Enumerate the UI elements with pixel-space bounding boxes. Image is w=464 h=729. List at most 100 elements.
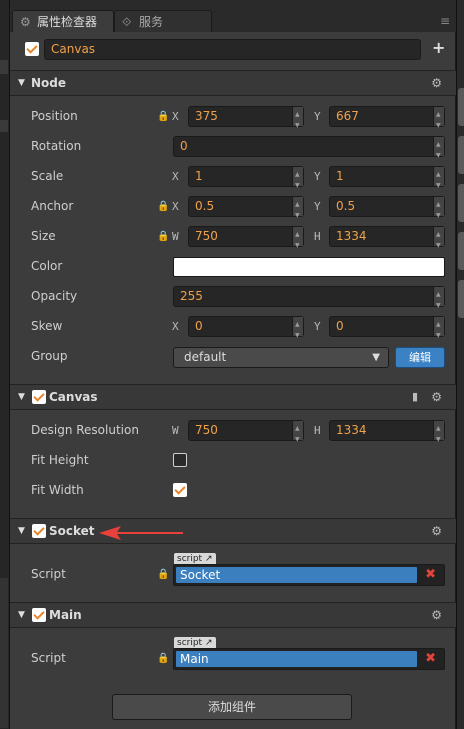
stepper[interactable]	[433, 105, 444, 135]
dock-tab[interactable]	[458, 232, 464, 270]
dock-tab[interactable]	[458, 136, 464, 174]
add-icon[interactable]: +	[432, 38, 445, 57]
skew-label: Skew	[31, 319, 63, 333]
section-header-node[interactable]: ▼ Node ⚙	[10, 70, 456, 96]
axis-label: Y	[314, 110, 321, 123]
stepper[interactable]	[433, 165, 444, 195]
collapse-arrow-icon[interactable]: ▼	[18, 610, 25, 620]
node-name-input[interactable]: Canvas	[44, 39, 421, 60]
script-tag-label: script	[177, 554, 203, 564]
scale-x-field[interactable]: 1	[188, 165, 304, 195]
stepper[interactable]	[292, 225, 303, 255]
add-component-button[interactable]: 添加组件	[112, 694, 352, 720]
socket-enabled-checkbox[interactable]	[32, 524, 46, 538]
dock-tab[interactable]	[458, 184, 464, 222]
gear-icon: ⚙	[20, 15, 31, 29]
gear-icon[interactable]: ⚙	[431, 390, 442, 404]
fit-width-checkbox[interactable]	[173, 483, 187, 497]
field-value: 0	[195, 319, 203, 333]
collapse-arrow-icon[interactable]: ▼	[18, 526, 25, 536]
collapse-arrow-icon[interactable]: ▼	[18, 392, 25, 402]
section-title: Socket	[49, 524, 95, 538]
size-label: Size	[31, 229, 56, 243]
field-value: 0.5	[195, 199, 215, 213]
opacity-field[interactable]: 255	[173, 285, 445, 315]
script-tag-label: script	[177, 638, 203, 648]
lock-icon[interactable]: 🔒	[157, 111, 169, 122]
dock-tab[interactable]	[458, 280, 464, 318]
size-w-field[interactable]: 750	[188, 225, 304, 255]
tab-inspector[interactable]: ⚙ 属性检查器	[12, 10, 114, 32]
left-edge-marker	[0, 120, 8, 132]
field-value: 1334	[336, 229, 367, 243]
fit-height-label: Fit Height	[31, 453, 89, 467]
section-header-socket[interactable]: ▼ Socket ⚙	[10, 518, 456, 544]
stepper[interactable]	[292, 195, 303, 225]
gear-icon[interactable]: ⚙	[431, 608, 442, 622]
section-header-main[interactable]: ▼ Main ⚙	[10, 602, 456, 628]
anchor-x-field[interactable]: 0.5	[188, 195, 304, 225]
socket-script-field[interactable]: Socket ✖	[173, 564, 445, 586]
group-label: Group	[31, 349, 68, 363]
design-height-field[interactable]: 1334	[329, 419, 445, 449]
left-edge-marker	[0, 60, 8, 74]
remove-icon[interactable]: ✖	[425, 567, 436, 582]
color-swatch[interactable]	[173, 257, 445, 277]
edit-group-button[interactable]: 编辑	[395, 347, 445, 368]
tab-label: 属性检查器	[37, 15, 98, 29]
lock-icon[interactable]: 🔒	[157, 201, 169, 212]
stepper[interactable]	[433, 135, 444, 165]
stepper[interactable]	[292, 315, 303, 345]
axis-label: X	[172, 320, 179, 333]
field-value: 750	[195, 423, 218, 437]
group-select[interactable]: default ▼	[173, 347, 389, 368]
axis-label: Y	[314, 200, 321, 213]
collapse-arrow-icon[interactable]: ▼	[18, 78, 25, 88]
help-book-icon[interactable]: ▮	[412, 390, 418, 403]
field-value: 0	[336, 319, 344, 333]
left-edge-block	[0, 578, 8, 728]
stepper[interactable]	[292, 105, 303, 135]
node-active-checkbox[interactable]	[25, 42, 39, 56]
size-h-field[interactable]: 1334	[329, 225, 445, 255]
stepper[interactable]	[433, 315, 444, 345]
axis-label: H	[314, 424, 321, 437]
axis-label: X	[172, 170, 179, 183]
main-script-field[interactable]: Main ✖	[173, 648, 445, 670]
skew-y-field[interactable]: 0	[329, 315, 445, 345]
canvas-enabled-checkbox[interactable]	[32, 390, 46, 404]
lock-icon[interactable]: 🔒	[157, 569, 169, 580]
stepper[interactable]	[433, 195, 444, 225]
gear-icon[interactable]: ⚙	[431, 76, 442, 90]
anchor-y-field[interactable]: 0.5	[329, 195, 445, 225]
tab-label: 服务	[139, 15, 164, 29]
field-value: 1	[195, 169, 203, 183]
section-header-canvas[interactable]: ▼ Canvas ▮ ⚙	[10, 384, 456, 410]
scale-y-field[interactable]: 1	[329, 165, 445, 195]
stepper[interactable]	[433, 285, 444, 315]
rotation-field[interactable]: 0	[173, 135, 445, 165]
remove-icon[interactable]: ✖	[425, 651, 436, 666]
tab-bar: ⚙ 属性检查器 ⟐ 服务 ≡	[10, 0, 456, 32]
skew-x-field[interactable]: 0	[188, 315, 304, 345]
lock-icon[interactable]: 🔒	[157, 653, 169, 664]
tab-services[interactable]: ⟐ 服务	[114, 10, 212, 32]
position-x-field[interactable]: 375	[188, 105, 304, 135]
position-y-field[interactable]: 667	[329, 105, 445, 135]
axis-label: H	[314, 230, 321, 243]
dock-tab[interactable]	[458, 88, 464, 126]
design-width-field[interactable]: 750	[188, 419, 304, 449]
fit-height-checkbox[interactable]	[173, 453, 187, 467]
script-value: Socket	[176, 567, 417, 583]
stepper[interactable]	[292, 165, 303, 195]
gear-icon[interactable]: ⚙	[431, 524, 442, 538]
main-enabled-checkbox[interactable]	[32, 608, 46, 622]
menu-icon[interactable]: ≡	[440, 14, 450, 28]
stepper[interactable]	[433, 419, 444, 449]
stepper[interactable]	[433, 225, 444, 255]
lock-icon[interactable]: 🔒	[157, 231, 169, 242]
red-arrow-annotation	[99, 526, 183, 540]
axis-label: X	[172, 110, 179, 123]
stepper[interactable]	[292, 419, 303, 449]
axis-label: W	[172, 424, 179, 437]
